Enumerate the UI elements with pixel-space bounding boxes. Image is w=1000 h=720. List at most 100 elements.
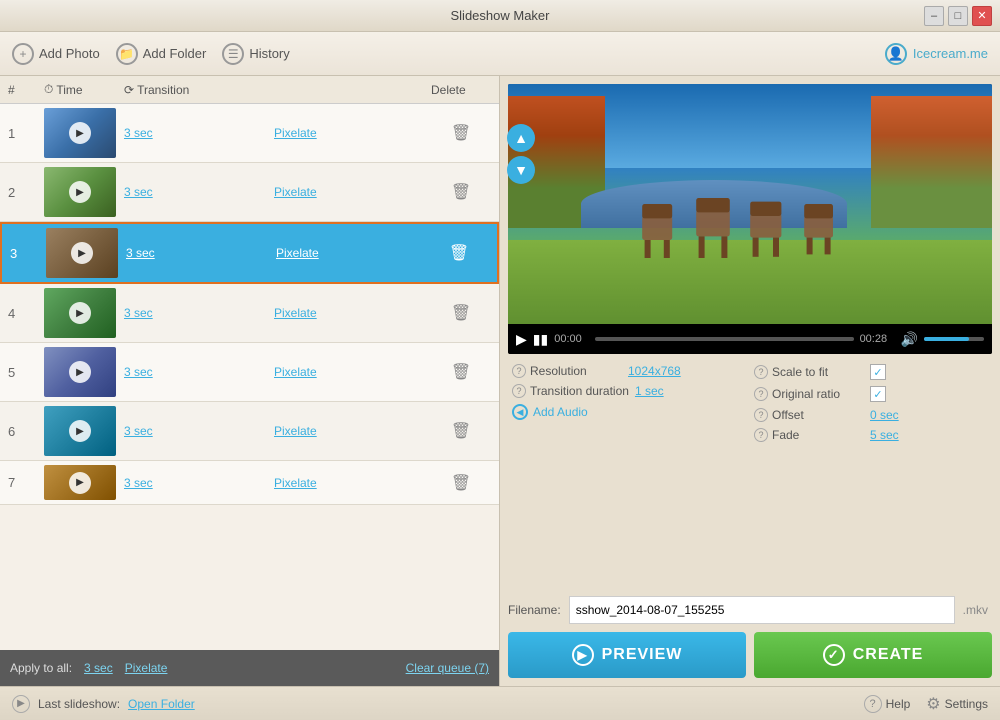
settings-left: ? Resolution 1024x768 ? Transition durat… [512,364,746,442]
move-up-button[interactable]: ▲ [507,124,535,152]
close-button[interactable]: ✕ [972,6,992,26]
slide-thumb-1[interactable]: ▶ [44,108,116,158]
slide-time-7[interactable]: 3 sec [124,476,274,490]
window-controls: – □ ✕ [924,6,992,26]
slide-num-4: 4 [8,306,44,321]
progress-bar[interactable] [595,337,853,341]
offset-label-wrapper: ? Offset [754,408,864,422]
slide-transition-4[interactable]: Pixelate [274,306,431,320]
status-label: Last slideshow: [38,697,120,711]
left-panel: # ⏱ Time ⟳ Transition Delete 1 ▶ [0,76,500,686]
fade-help-icon[interactable]: ? [754,428,768,442]
history-button[interactable]: ☰ History [222,43,289,65]
slide-area: 1 ▶ 3 sec Pixelate 🗑 2 ▶ 3 sec Pixelate [0,104,499,650]
slide-list: 1 ▶ 3 sec Pixelate 🗑 2 ▶ 3 sec Pixelate [0,104,499,650]
open-folder-link[interactable]: Open Folder [128,697,195,711]
slide-transition-1[interactable]: Pixelate [274,126,431,140]
action-buttons: ▶ PREVIEW ✓ CREATE [508,632,992,678]
original-ratio-label-wrapper: ? Original ratio [754,387,864,401]
time-icon: ⏱ [44,82,53,97]
play-button[interactable]: ▶ [516,331,527,348]
slide-time-5[interactable]: 3 sec [124,365,274,379]
help-button[interactable]: ? Help [864,695,911,713]
transition-duration-label-wrapper: ? Transition duration [512,384,629,398]
video-controls: ▶ ▮▮ 00:00 00:28 🔊 [508,324,992,354]
offset-label: Offset [772,408,804,422]
transition-duration-help-icon[interactable]: ? [512,384,526,398]
slide-transition-3[interactable]: Pixelate [276,246,429,260]
play-icon-3: ▶ [71,242,93,264]
table-header: # ⏱ Time ⟳ Transition Delete [0,76,499,104]
slide-row: 2 ▶ 3 sec Pixelate 🗑 [0,163,499,222]
fade-row: ? Fade 5 sec [754,428,988,442]
slide-time-1[interactable]: 3 sec [124,126,274,140]
add-photo-label: Add Photo [39,46,100,61]
scale-to-fit-checkbox[interactable]: ✓ [870,364,886,380]
brand-button[interactable]: 👤 Icecream.me [885,43,988,65]
bottom-area: Filename: .mkv ▶ PREVIEW ✓ CREATE [500,596,1000,686]
delete-button-1[interactable]: 🗑 [431,123,491,143]
volume-bar[interactable] [924,337,984,341]
delete-button-4[interactable]: 🗑 [431,303,491,323]
slide-thumb-5[interactable]: ▶ [44,347,116,397]
settings-right: ? Scale to fit ✓ ? Original ratio ✓ ? Of [754,364,988,442]
preview-button[interactable]: ▶ PREVIEW [508,632,746,678]
volume-icon[interactable]: 🔊 [901,331,918,348]
filename-input[interactable] [569,596,955,624]
add-photo-button[interactable]: + Add Photo [12,43,100,65]
resolution-value[interactable]: 1024x768 [628,364,681,378]
status-bar: ▶ Last slideshow: Open Folder ? Help ⚙ S… [0,686,1000,720]
apply-transition[interactable]: Pixelate [125,661,168,675]
scale-to-fit-row: ? Scale to fit ✓ [754,364,988,380]
slide-transition-6[interactable]: Pixelate [274,424,431,438]
slide-row: 4 ▶ 3 sec Pixelate 🗑 [0,284,499,343]
delete-button-7[interactable]: 🗑 [431,473,491,493]
apply-time[interactable]: 3 sec [84,661,113,675]
slide-time-2[interactable]: 3 sec [124,185,274,199]
fade-value[interactable]: 5 sec [870,428,899,442]
resolution-help-icon[interactable]: ? [512,364,526,378]
slide-row: 5 ▶ 3 sec Pixelate 🗑 [0,343,499,402]
right-panel: ▶ ▮▮ 00:00 00:28 🔊 ? Resolu [500,76,1000,686]
clear-queue-button[interactable]: Clear queue (7) [406,661,489,675]
slide-thumb-3[interactable]: ▶ [46,228,118,278]
delete-button-2[interactable]: 🗑 [431,182,491,202]
delete-button-5[interactable]: 🗑 [431,362,491,382]
slide-row: 3 ▶ 3 sec Pixelate 🗑 [0,222,499,284]
transition-duration-value[interactable]: 1 sec [635,384,664,398]
slide-thumb-4[interactable]: ▶ [44,288,116,338]
delete-button-6[interactable]: 🗑 [431,421,491,441]
scale-to-fit-help-icon[interactable]: ? [754,365,768,379]
add-folder-button[interactable]: 📁 Add Folder [116,43,207,65]
minimize-button[interactable]: – [924,6,944,26]
original-ratio-checkbox[interactable]: ✓ [870,386,886,402]
transition-duration-row: ? Transition duration 1 sec [512,384,746,398]
slide-time-6[interactable]: 3 sec [124,424,274,438]
slide-transition-2[interactable]: Pixelate [274,185,431,199]
slide-num-3: 3 [10,246,46,261]
stop-button[interactable]: ▮▮ [533,331,548,348]
preview-label: PREVIEW [602,646,683,664]
offset-value[interactable]: 0 sec [870,408,899,422]
filename-row: Filename: .mkv [508,596,992,624]
slide-time-3[interactable]: 3 sec [126,246,276,260]
slide-thumb-7[interactable]: ▶ [44,465,116,500]
offset-help-icon[interactable]: ? [754,408,768,422]
slide-thumb-2[interactable]: ▶ [44,167,116,217]
col-num: # [8,83,44,97]
restore-button[interactable]: □ [948,6,968,26]
settings-label: Settings [945,697,988,711]
slide-thumb-6[interactable]: ▶ [44,406,116,456]
add-audio-button[interactable]: ◀ Add Audio [512,404,746,420]
create-button[interactable]: ✓ CREATE [754,632,992,678]
slide-time-4[interactable]: 3 sec [124,306,274,320]
slide-transition-5[interactable]: Pixelate [274,365,431,379]
fade-label: Fade [772,428,799,442]
original-ratio-help-icon[interactable]: ? [754,387,768,401]
settings-icon: ⚙ [926,694,940,714]
settings-button[interactable]: ⚙ Settings [926,694,988,714]
time-current: 00:00 [554,333,589,345]
delete-button-3[interactable]: 🗑 [429,243,489,263]
move-down-button[interactable]: ▼ [507,156,535,184]
slide-transition-7[interactable]: Pixelate [274,476,431,490]
